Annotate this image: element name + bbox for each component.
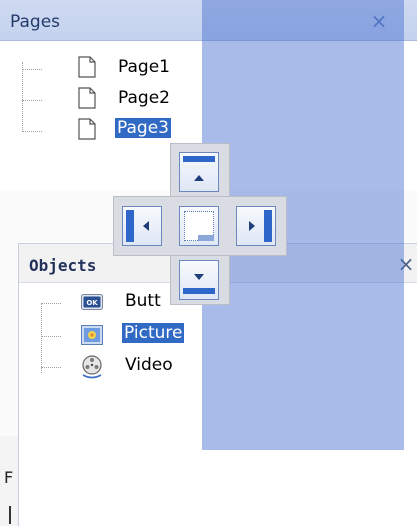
dock-right-button[interactable] bbox=[236, 206, 276, 246]
dock-band bbox=[183, 156, 215, 162]
dock-band bbox=[264, 210, 272, 242]
pages-panel-title: Pages bbox=[10, 12, 61, 32]
picture-icon bbox=[81, 325, 103, 345]
tree-item-label-selected: Picture bbox=[120, 322, 186, 344]
tree-item-page2[interactable]: Page2 bbox=[78, 87, 198, 113]
dock-left-button[interactable] bbox=[122, 206, 162, 246]
tree-connector bbox=[41, 303, 61, 304]
tree-connector bbox=[22, 69, 42, 70]
dock-top-button[interactable] bbox=[179, 152, 219, 192]
tree-item-label-selected: Page3 bbox=[114, 117, 172, 139]
tree-connector bbox=[41, 336, 61, 337]
dock-tabs bbox=[198, 235, 214, 241]
svg-text:OK: OK bbox=[86, 299, 98, 307]
tree-connector bbox=[22, 62, 23, 132]
background-panel-edge: F bbox=[0, 436, 19, 526]
tree-item-label: Page1 bbox=[118, 57, 170, 77]
page-icon bbox=[78, 118, 96, 140]
text-cursor bbox=[9, 506, 11, 524]
tree-item-picture[interactable]: Picture bbox=[81, 322, 211, 349]
arrow-right-icon bbox=[249, 221, 255, 231]
tree-connector bbox=[22, 131, 42, 132]
tree-item-label: Page2 bbox=[118, 88, 170, 108]
dock-band bbox=[126, 210, 134, 242]
tree-item-page3[interactable]: Page3 bbox=[78, 117, 198, 144]
tree-item-video[interactable]: Video bbox=[81, 354, 211, 380]
background-panel-letter: F bbox=[4, 468, 14, 487]
tree-item-label: Butt bbox=[125, 291, 161, 311]
page-icon bbox=[78, 56, 96, 78]
tree-item-label: Video bbox=[125, 355, 173, 375]
arrow-left-icon bbox=[143, 221, 149, 231]
ok-button-icon: OK bbox=[81, 294, 103, 310]
page-icon bbox=[78, 87, 96, 109]
tree-item-page1[interactable]: Page1 bbox=[78, 56, 198, 82]
dock-band bbox=[183, 288, 215, 294]
arrow-down-icon bbox=[194, 274, 204, 280]
dock-center-button[interactable] bbox=[179, 206, 219, 246]
arrow-up-icon bbox=[194, 175, 204, 181]
objects-panel-title: Objects bbox=[29, 256, 97, 275]
tree-connector bbox=[41, 303, 42, 373]
tree-connector bbox=[22, 100, 42, 101]
dock-bottom-button[interactable] bbox=[179, 260, 219, 300]
tree-connector bbox=[41, 367, 61, 368]
film-reel-icon bbox=[82, 355, 102, 379]
